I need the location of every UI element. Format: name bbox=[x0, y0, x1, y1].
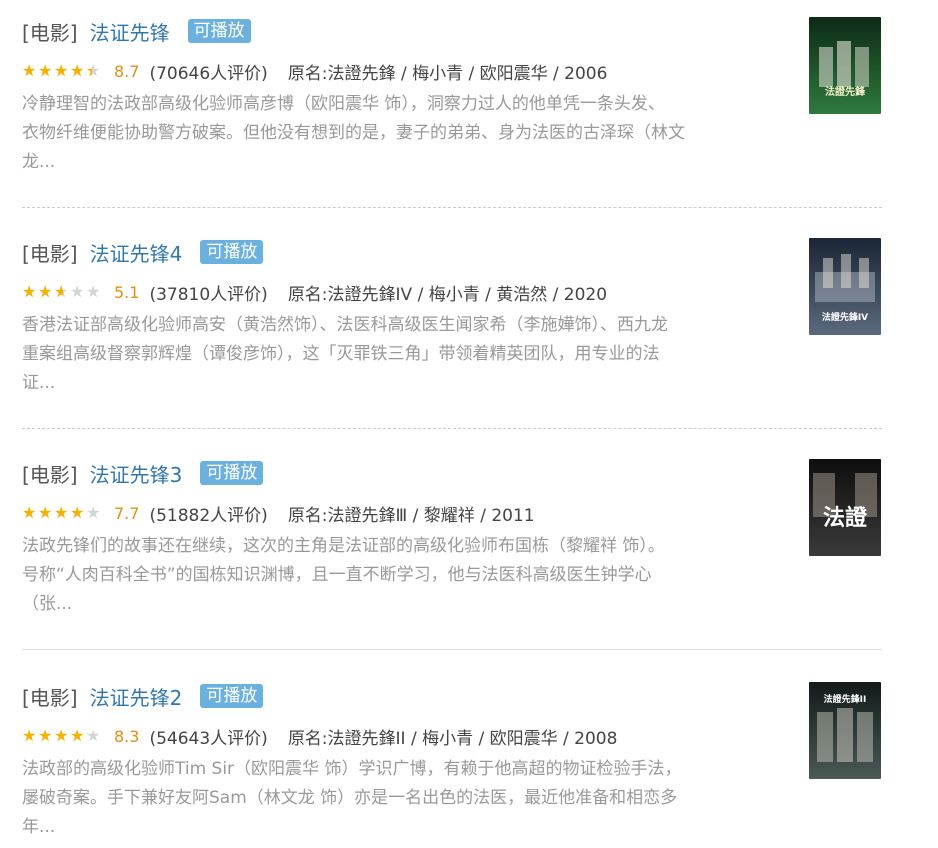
rating-score: 8.7 bbox=[114, 61, 140, 81]
result-title-link[interactable]: 法证先锋3 bbox=[90, 459, 183, 488]
description-line: 法政部的高级化验师Tim Sir（欧阳震华 饰）学识广博，有赖于他高超的物证检验… bbox=[22, 759, 682, 779]
playable-badge[interactable]: 可播放 bbox=[200, 684, 264, 708]
description-line: 衣物纤维便能协助警方破案。但他没有想到的是，妻子的弟弟、身为法医的古泽琛（林文 bbox=[22, 123, 685, 143]
description-line: （张... bbox=[22, 594, 73, 614]
result-divider bbox=[22, 207, 882, 208]
star-icon: ★★ bbox=[38, 282, 53, 301]
description-line: 香港法证部高级化验师高安（黄浩然饰）、法医科高级医生闻家希（李施嬅饰）、西九龙 bbox=[22, 315, 668, 335]
category-label: [电影] bbox=[22, 20, 78, 45]
poster-image[interactable]: 法證先鋒 bbox=[809, 17, 881, 114]
subtitle-info: 原名:法證先鋒II / 梅小青 / 欧阳震华 / 2008 bbox=[287, 728, 618, 749]
category-label: [电影] bbox=[22, 685, 78, 710]
playable-badge[interactable]: 可播放 bbox=[187, 19, 251, 43]
result-title-link[interactable]: 法证先锋4 bbox=[90, 238, 183, 267]
star-icon: ★★ bbox=[54, 726, 69, 745]
svg-text:法證: 法證 bbox=[823, 505, 868, 531]
star-icon: ★★ bbox=[38, 726, 53, 745]
star-icon: ★★ bbox=[86, 61, 101, 80]
star-icon: ★★ bbox=[22, 503, 37, 522]
category-label: [电影] bbox=[22, 462, 78, 487]
playable-badge[interactable]: 可播放 bbox=[200, 461, 264, 485]
star-icon: ★★ bbox=[22, 282, 37, 301]
description: 法政先锋们的故事还在继续，这次的主角是法证部的高级化验师布国栋（黎耀祥 饰）。 … bbox=[22, 532, 792, 619]
star-icon: ★★ bbox=[86, 726, 101, 745]
star-icon: ★★ bbox=[54, 61, 69, 80]
rating-count: (54643人评价) bbox=[149, 728, 268, 749]
svg-text:法證先鋒IV: 法證先鋒IV bbox=[822, 311, 868, 323]
rating-count: (51882人评价) bbox=[149, 505, 268, 526]
svg-text:法證先鋒: 法證先鋒 bbox=[825, 85, 866, 98]
rating-score: 8.3 bbox=[114, 726, 140, 746]
description-line: 号称“人肉百科全书”的国栋知识渊博，且一直不断学习，他与法医科高级医生钟学心 bbox=[22, 565, 652, 585]
result-divider bbox=[22, 428, 882, 429]
description-line: 法政先锋们的故事还在继续，这次的主角是法证部的高级化验师布国栋（黎耀祥 饰）。 bbox=[22, 536, 665, 556]
star-icon: ★★ bbox=[70, 61, 85, 80]
poster-image[interactable]: 法證 bbox=[809, 459, 881, 556]
star-icon: ★★ bbox=[70, 282, 85, 301]
rating-count: (70646人评价) bbox=[149, 63, 268, 84]
rating-stars: ★★★★★★★★★★ bbox=[22, 284, 102, 300]
rating-score: 5.1 bbox=[114, 282, 140, 302]
description: 法政部的高级化验师Tim Sir（欧阳震华 饰）学识广博，有赖于他高超的物证检验… bbox=[22, 755, 792, 842]
description-line: 龙... bbox=[22, 152, 56, 172]
star-icon: ★★ bbox=[22, 726, 37, 745]
star-icon: ★★ bbox=[70, 726, 85, 745]
star-icon: ★★ bbox=[86, 503, 101, 522]
result-title-link[interactable]: 法证先锋2 bbox=[90, 682, 183, 711]
description-line: 年... bbox=[22, 817, 56, 837]
svg-text:法證先鋒II: 法證先鋒II bbox=[824, 693, 867, 705]
rating-score: 7.7 bbox=[114, 503, 140, 523]
poster-image[interactable]: 法證先鋒IV bbox=[809, 238, 881, 335]
description-line: 冷静理智的法政部高级化验师高彦博（欧阳震华 饰），洞察力过人的他单凭一条头发、 bbox=[22, 94, 665, 114]
subtitle-info: 原名:法證先鋒Ⅲ / 黎耀祥 / 2011 bbox=[287, 505, 535, 526]
star-icon: ★★ bbox=[38, 61, 53, 80]
star-icon: ★★ bbox=[54, 282, 69, 301]
description: 冷静理智的法政部高级化验师高彦博（欧阳震华 饰），洞察力过人的他单凭一条头发、 … bbox=[22, 90, 792, 177]
star-icon: ★★ bbox=[38, 503, 53, 522]
playable-badge[interactable]: 可播放 bbox=[200, 240, 264, 264]
rating-stars: ★★★★★★★★★★ bbox=[22, 63, 102, 79]
poster-image[interactable]: 法證先鋒II bbox=[809, 682, 881, 779]
rating-count: (37810人评价) bbox=[149, 284, 268, 305]
star-icon: ★★ bbox=[22, 61, 37, 80]
rating-stars: ★★★★★★★★★★ bbox=[22, 505, 102, 521]
subtitle-info: 原名:法證先鋒IV / 梅小青 / 黄浩然 / 2020 bbox=[287, 284, 608, 305]
result-divider bbox=[22, 649, 882, 650]
star-icon: ★★ bbox=[54, 503, 69, 522]
category-label: [电影] bbox=[22, 241, 78, 266]
result-title-link[interactable]: 法证先锋 bbox=[90, 17, 170, 46]
description-line: 屡破奇案。手下兼好友阿Sam（林文龙 饰）亦是一名出色的法医，最近他准备和相恋多 bbox=[22, 788, 678, 808]
description: 香港法证部高级化验师高安（黄浩然饰）、法医科高级医生闻家希（李施嬅饰）、西九龙 … bbox=[22, 311, 792, 398]
star-icon: ★★ bbox=[86, 282, 101, 301]
subtitle-info: 原名:法證先鋒 / 梅小青 / 欧阳震华 / 2006 bbox=[287, 63, 608, 84]
description-line: 重案组高级督察郭辉煌（谭俊彦饰），这「灭罪铁三角」带领着精英团队，用专业的法 bbox=[22, 344, 660, 364]
rating-stars: ★★★★★★★★★★ bbox=[22, 728, 102, 744]
star-icon: ★★ bbox=[70, 503, 85, 522]
description-line: 证... bbox=[22, 373, 56, 393]
